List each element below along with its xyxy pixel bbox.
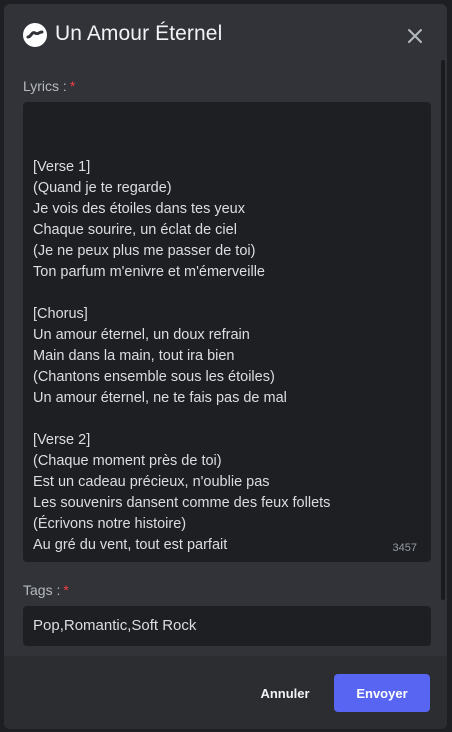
lyrics-text[interactable]: [Verse 1] (Quand je te regarde) Je vois … bbox=[33, 136, 418, 556]
close-icon[interactable] bbox=[405, 26, 425, 46]
scrollbar-thumb[interactable] bbox=[441, 60, 445, 600]
lyrics-textarea[interactable]: [Verse 1] (Quand je te regarde) Je vois … bbox=[23, 102, 431, 562]
modal-footer: Annuler Envoyer bbox=[4, 656, 447, 729]
lyrics-label-text: Lyrics : bbox=[23, 78, 67, 94]
tags-label-text: Tags : bbox=[23, 582, 61, 598]
scrollbar[interactable] bbox=[441, 60, 445, 600]
modal-dialog: Un Amour Éternel Lyrics : * [Verse 1] (Qu… bbox=[4, 4, 447, 729]
modal-header: Un Amour Éternel bbox=[4, 4, 447, 68]
modal-body: Lyrics : * [Verse 1] (Quand je te regarde… bbox=[4, 68, 447, 656]
cancel-button[interactable]: Annuler bbox=[240, 674, 330, 712]
app-logo-icon bbox=[23, 23, 47, 47]
lyrics-label: Lyrics : * bbox=[23, 78, 75, 94]
modal-title: Un Amour Éternel bbox=[55, 22, 223, 45]
required-marker: * bbox=[63, 582, 69, 598]
submit-button[interactable]: Envoyer bbox=[334, 674, 430, 712]
tags-input[interactable]: Pop,Romantic,Soft Rock bbox=[23, 606, 431, 646]
tags-label: Tags : * bbox=[23, 582, 69, 598]
required-marker: * bbox=[69, 78, 76, 94]
char-count: 3457 bbox=[392, 542, 417, 554]
